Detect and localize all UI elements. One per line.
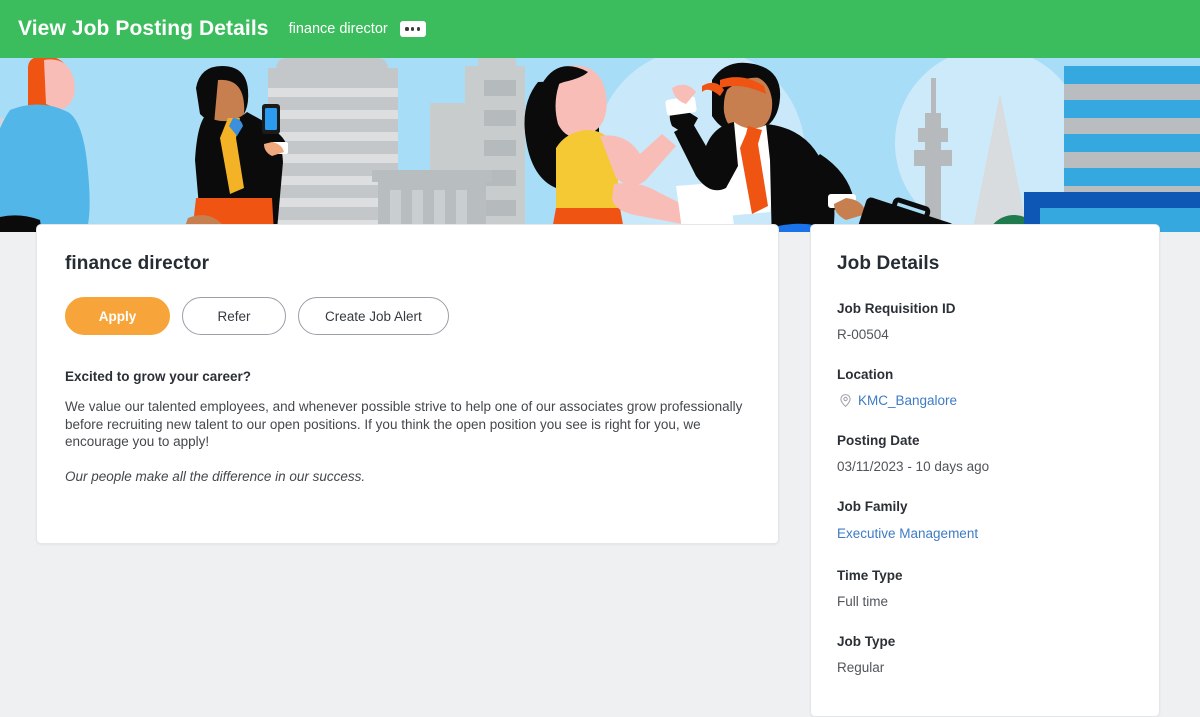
app-header: View Job Posting Details finance directo… (0, 0, 1200, 58)
detail-label: Location (837, 367, 894, 382)
location-row: KMC_Bangalore (837, 393, 1159, 408)
ellipsis-dot (405, 27, 409, 31)
detail-label: Job Family (837, 499, 908, 514)
detail-job-type: Job Type Regular (837, 634, 1159, 675)
detail-posting-date: Posting Date 03/11/2023 - 10 days ago (837, 433, 1159, 474)
detail-job-requisition-id: Job Requisition ID R-00504 (837, 301, 1159, 342)
create-job-alert-button[interactable]: Create Job Alert (298, 297, 449, 335)
detail-value: R-00504 (837, 327, 889, 342)
ellipsis-dot (411, 27, 415, 31)
job-description-paragraph: We value our talented employees, and whe… (65, 399, 743, 449)
detail-label: Job Requisition ID (837, 301, 956, 316)
detail-location: Location KMC_Bangalore (837, 367, 1159, 408)
job-description-heading: Excited to grow your career? (65, 369, 252, 384)
location-pin-icon (840, 394, 851, 407)
detail-job-family: Job Family Executive Management (837, 499, 1159, 543)
ellipsis-dot (416, 27, 420, 31)
refer-button[interactable]: Refer (182, 297, 286, 335)
apply-button[interactable]: Apply (65, 297, 170, 335)
job-description-tagline: Our people make all the difference in ou… (65, 468, 366, 484)
job-family-link[interactable]: Executive Management (837, 526, 978, 541)
job-title: finance director (65, 253, 210, 274)
city-people-illustration (0, 58, 1200, 232)
page-title: View Job Posting Details (18, 17, 269, 40)
action-button-row: Apply Refer Create Job Alert (65, 297, 750, 335)
detail-label: Time Type (837, 568, 903, 583)
job-details-title: Job Details (837, 253, 940, 274)
detail-label: Job Type (837, 634, 896, 649)
header-subtitle: finance director (288, 21, 388, 37)
job-details-panel: Job Details Job Requisition ID R-00504 L… (810, 224, 1160, 717)
banner-illustration (0, 58, 1200, 232)
detail-value: Full time (837, 594, 889, 609)
detail-time-type: Time Type Full time (837, 568, 1159, 609)
detail-label: Posting Date (837, 433, 920, 448)
location-link[interactable]: KMC_Bangalore (858, 393, 957, 408)
job-posting-card: finance director Apply Refer Create Job … (36, 224, 779, 544)
page-content: finance director Apply Refer Create Job … (0, 224, 1200, 717)
ellipsis-icon[interactable] (399, 21, 426, 37)
detail-value: 03/11/2023 - 10 days ago (837, 459, 990, 474)
detail-value: Regular (837, 660, 885, 675)
